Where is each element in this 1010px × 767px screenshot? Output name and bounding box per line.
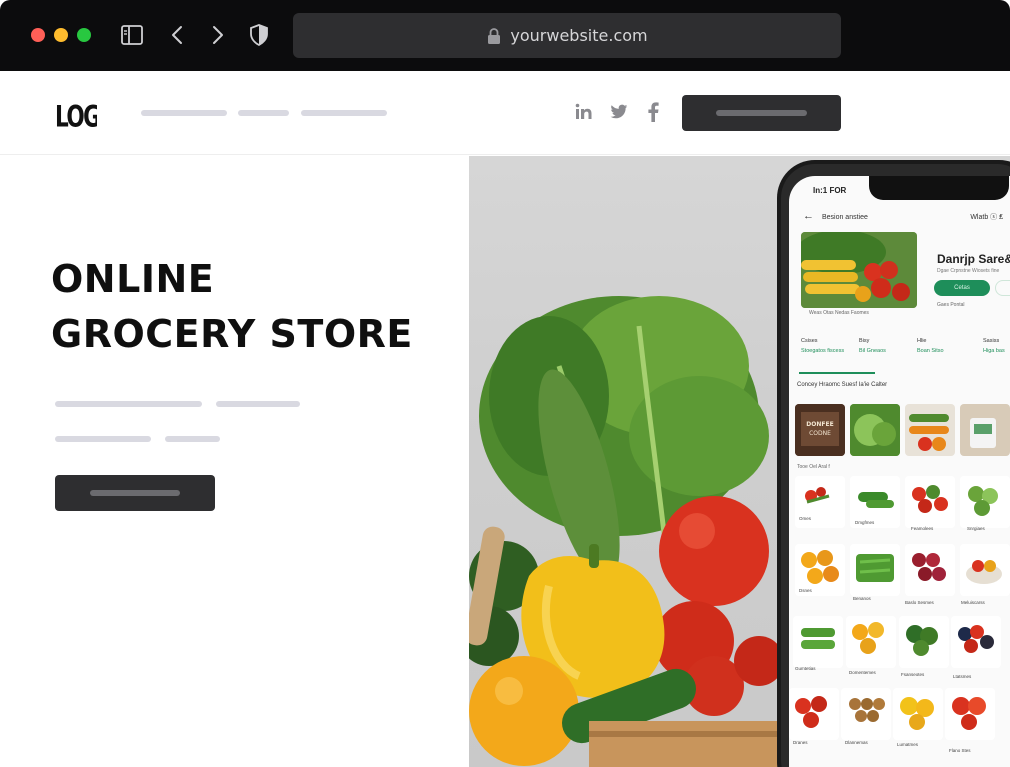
tile-label: Dlannemas	[845, 740, 868, 745]
logo-text: LOGO	[55, 100, 97, 129]
phone-back-icon[interactable]: ←	[803, 210, 814, 222]
button-label-placeholder	[716, 110, 807, 116]
tile-label: Gumtetias	[795, 666, 816, 671]
phone-banner-caption: Weas Otas Nedas Faomes	[809, 310, 869, 316]
tile-label: Dmgfmes	[855, 520, 875, 525]
phone-notch	[869, 176, 1009, 200]
svg-text:CODNE: CODNE	[809, 430, 831, 437]
hero-title-line-1: ONLINE	[51, 257, 215, 301]
button-label-placeholder	[90, 490, 180, 496]
tile-label: Baslo Sesmes	[905, 600, 934, 605]
nav-link-placeholder-2[interactable]	[238, 110, 289, 116]
tile-label: Meluiscarss	[961, 600, 985, 605]
phone-store-subtitle: Dgae Crpnstne Wiosets fine	[937, 268, 1000, 274]
back-arrow-icon[interactable]	[166, 23, 190, 47]
phone-row-label: Tooe Oel Aral f	[797, 464, 830, 470]
phone-category-tabs: Csises Stoegatos fiscess Bisy Bil Gneaos H…	[799, 338, 1009, 374]
phone-topbar-title: Besion anstiee	[821, 214, 868, 221]
tile-label: Lumatmes	[897, 742, 919, 747]
forward-arrow-icon[interactable]	[205, 23, 229, 47]
product-tile[interactable]: DONFEE CODNE	[795, 404, 845, 456]
phone-section-title: Concey Hraomc Suesf Ia'ie Calter	[797, 382, 888, 388]
nav-link-placeholder-1[interactable]	[141, 110, 227, 116]
phone-tab-indicator	[799, 372, 875, 374]
svg-text:DONFEE: DONFEE	[806, 421, 833, 428]
product-tile[interactable]	[960, 476, 1010, 528]
site-header: LOGO	[0, 71, 1010, 155]
product-tile[interactable]	[850, 404, 900, 456]
browser-chrome: yourwebsite.com	[0, 0, 1010, 71]
text-placeholder	[216, 401, 300, 407]
phone-topbar: ← Besion anstiee Wlatb ⓢ ₤	[803, 210, 1003, 222]
product-tile[interactable]	[789, 688, 839, 740]
text-placeholder	[55, 436, 151, 442]
minimize-window-button[interactable]	[54, 28, 68, 42]
product-tile[interactable]	[893, 688, 943, 740]
product-tile[interactable]	[841, 688, 891, 740]
phone-status-time: In:1 FOR	[813, 186, 847, 195]
phone-store-caption: Gaes Pontal	[937, 302, 965, 308]
tile-label: Flano Stes	[949, 748, 971, 753]
tile-label: Feamolees	[911, 526, 934, 531]
product-tile[interactable]	[945, 688, 995, 740]
phone-store-primary-button[interactable]: Cetas	[934, 280, 990, 296]
phone-tab-1[interactable]: Csises Stoegatos fiscess	[801, 338, 844, 354]
tile-label: Omes	[799, 516, 812, 521]
phone-screen: In:1 FOR ← Besion anstiee Wlatb ⓢ ₤ Weas…	[789, 176, 1010, 767]
tile-label: Benanos	[853, 596, 871, 601]
text-placeholder	[165, 436, 220, 442]
url-text: yourwebsite.com	[510, 26, 648, 45]
lock-icon	[488, 27, 501, 44]
phone-topbar-right: Wlatb ⓢ ₤	[970, 214, 1003, 221]
product-tile[interactable]	[960, 404, 1010, 456]
close-window-button[interactable]	[31, 28, 45, 42]
header-cta-button[interactable]	[682, 95, 841, 131]
phone-store-secondary-button[interactable]	[995, 280, 1010, 296]
phone-store-name: Danrjp Sare&s	[937, 252, 1010, 266]
tile-label: Dsnes	[799, 588, 812, 593]
logo-icon[interactable]: LOGO	[55, 97, 97, 129]
phone-tab-2[interactable]: Bisy Bil Gneaos	[859, 338, 886, 354]
hero-title-line-2: GROCERY STORE	[51, 312, 413, 356]
nav-link-placeholder-3[interactable]	[301, 110, 387, 116]
shield-icon[interactable]	[247, 23, 271, 47]
address-bar[interactable]: yourwebsite.com	[293, 13, 841, 58]
product-tile[interactable]	[960, 544, 1010, 596]
sidebar-toggle-icon[interactable]	[120, 23, 144, 47]
phone-tab-4[interactable]: Sasiss Higa bas	[983, 338, 1005, 354]
product-tile[interactable]	[793, 616, 843, 668]
product-tile[interactable]	[846, 616, 896, 668]
tile-label: Fsanseotes	[901, 672, 925, 677]
tile-label: Dranes	[793, 740, 808, 745]
product-tile[interactable]	[899, 616, 949, 668]
product-tile[interactable]	[905, 476, 955, 528]
hero-title: ONLINE GROCERY STORE	[51, 252, 451, 362]
twitter-icon[interactable]	[609, 101, 629, 123]
linkedin-icon[interactable]	[574, 101, 594, 123]
phone-store-banner	[801, 232, 917, 308]
product-tile[interactable]	[905, 404, 955, 456]
tile-label: Ltatsmes	[953, 674, 972, 679]
product-tile[interactable]	[905, 544, 955, 596]
product-tile[interactable]	[951, 616, 1001, 668]
facebook-icon[interactable]	[643, 101, 663, 123]
tile-label: Snrgiaes	[967, 526, 985, 531]
product-tile[interactable]	[850, 544, 900, 596]
hero-cta-button[interactable]	[55, 475, 215, 511]
tile-label: Domentemes	[849, 670, 876, 675]
maximize-window-button[interactable]	[77, 28, 91, 42]
text-placeholder	[55, 401, 202, 407]
phone-tab-3[interactable]: Hlie Boan Sitso	[917, 338, 944, 354]
